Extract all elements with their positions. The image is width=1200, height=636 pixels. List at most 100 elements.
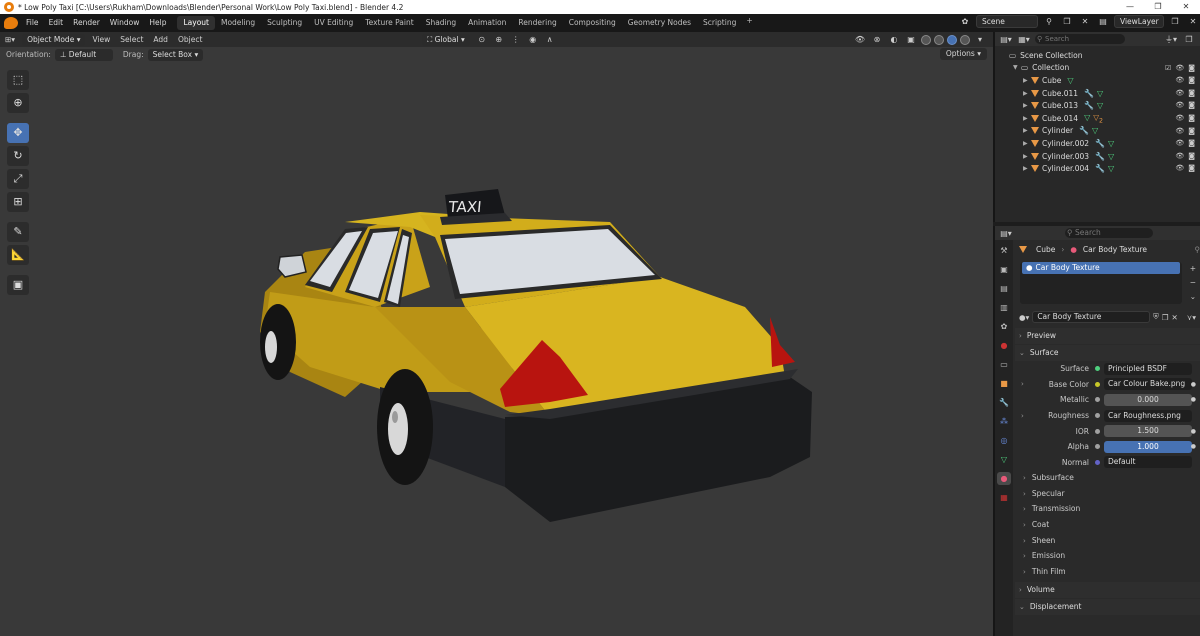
camera-icon[interactable]: ◙ <box>1188 114 1195 122</box>
orientation-dropdown[interactable]: ⊥ Default <box>54 48 113 61</box>
tab-layout[interactable]: Layout <box>177 16 215 30</box>
menu-view[interactable]: View <box>87 35 115 44</box>
socket-dot-icon[interactable] <box>1095 366 1100 372</box>
expand-triangle-icon[interactable]: ▶ <box>1023 102 1031 109</box>
collection-tab-icon[interactable]: ▭ <box>997 358 1011 371</box>
outliner-object-row[interactable]: ▶ Cylinder 🔧 ▽ 👁 ◙ <box>995 125 1200 138</box>
cursor-tool-icon[interactable]: ⊕ <box>7 93 29 113</box>
3d-viewport[interactable]: ⊞▾ Object Mode ▾ View Select Add Object … <box>0 32 993 636</box>
overlay-icon[interactable]: ◐ <box>887 33 901 46</box>
measure-tool-icon[interactable]: 📐 <box>7 245 29 265</box>
bsdf-subsection[interactable]: › Thin Film <box>1015 564 1200 580</box>
property-value-field[interactable]: Default <box>1104 456 1192 469</box>
tool-tab-icon[interactable]: ⚒ <box>997 244 1011 257</box>
volume-section[interactable]: › Volume <box>1015 582 1200 599</box>
shading-options-icon[interactable]: ▾ <box>973 33 987 46</box>
add-slot-button[interactable]: + <box>1190 264 1196 273</box>
mesh-data-icon[interactable]: ▽ <box>1097 89 1103 98</box>
tab-compositing[interactable]: Compositing <box>563 16 622 30</box>
bsdf-subsection[interactable]: › Emission <box>1015 548 1200 564</box>
property-value-field[interactable]: 1.500 <box>1104 425 1192 438</box>
keyframe-dot-icon[interactable]: ● <box>1191 396 1196 403</box>
camera-icon[interactable]: ◙ <box>1188 101 1195 109</box>
world-tab-icon[interactable]: ● <box>997 339 1011 352</box>
particles-tab-icon[interactable]: ⁂ <box>997 415 1011 428</box>
new-collection-icon[interactable]: ❐ <box>1182 33 1196 46</box>
transform-tool-icon[interactable]: ⊞ <box>7 192 29 212</box>
outliner-object-row[interactable]: ▶ Cylinder.004 🔧 ▽ 👁 ◙ <box>995 162 1200 175</box>
snap-icon[interactable]: ⊕ <box>492 33 506 46</box>
transform-orientation-dropdown[interactable]: ⛶ Global ▾ <box>422 33 470 46</box>
outliner-search-input[interactable]: ⚲ Search <box>1035 34 1125 44</box>
menu-edit[interactable]: Edit <box>44 14 69 32</box>
eye-icon[interactable]: 👁 <box>1175 164 1184 172</box>
property-value-field[interactable]: Car Colour Bake.png <box>1104 378 1192 391</box>
falloff-icon[interactable]: ∧ <box>543 33 557 46</box>
drag-dropdown[interactable]: Select Box ▾ <box>147 48 204 61</box>
tab-geometry-nodes[interactable]: Geometry Nodes <box>622 16 697 30</box>
snap-target-icon[interactable]: ⋮ <box>509 33 523 46</box>
tab-sculpting[interactable]: Sculpting <box>261 16 308 30</box>
preview-section[interactable]: › Preview <box>1015 328 1200 344</box>
menu-help[interactable]: Help <box>144 14 171 32</box>
socket-dot-icon[interactable] <box>1095 444 1100 450</box>
duplicate-material-icon[interactable]: ❐ <box>1162 313 1169 322</box>
delete-scene-icon[interactable]: ✕ <box>1078 15 1092 28</box>
texture-tab-icon[interactable]: ▦ <box>997 491 1011 504</box>
checkbox-icon[interactable]: ☑ <box>1165 64 1171 72</box>
menu-select[interactable]: Select <box>115 35 148 44</box>
visibility-icon[interactable]: 👁 <box>853 33 867 46</box>
eye-icon[interactable]: 👁 <box>1175 139 1184 147</box>
menu-file[interactable]: File <box>21 14 44 32</box>
wireframe-shading-icon[interactable] <box>921 34 931 45</box>
scene-collection-row[interactable]: ▭ Scene Collection <box>995 49 1200 62</box>
menu-add[interactable]: Add <box>148 35 173 44</box>
socket-dot-icon[interactable] <box>1095 413 1100 419</box>
outliner-object-row[interactable]: ▶ Cube.011 🔧 ▽ 👁 ◙ <box>995 87 1200 100</box>
menu-render[interactable]: Render <box>68 14 105 32</box>
new-viewlayer-icon[interactable]: ❐ <box>1168 15 1182 28</box>
modifier-icon[interactable]: 🔧 <box>1095 152 1105 161</box>
expand-triangle-icon[interactable]: ▶ <box>1023 153 1031 160</box>
property-value-field[interactable]: 1.000 <box>1104 440 1192 453</box>
modifier-icon[interactable]: 🔧 <box>1095 164 1105 173</box>
outliner-object-row[interactable]: ▶ Cylinder.002 🔧 ▽ 👁 ◙ <box>995 137 1200 150</box>
bsdf-subsection[interactable]: › Specular <box>1015 486 1200 502</box>
eye-icon[interactable]: 👁 <box>1175 101 1184 109</box>
annotate-tool-icon[interactable]: ✎ <box>7 222 29 242</box>
property-value-field[interactable]: 0.000 <box>1104 393 1192 406</box>
socket-dot-icon[interactable] <box>1095 397 1100 403</box>
material-slot[interactable]: ● Car Body Texture <box>1022 262 1180 274</box>
expand-triangle-icon[interactable]: ▶ <box>1023 77 1031 84</box>
socket-dot-icon[interactable] <box>1095 428 1100 434</box>
view-layer-tab-icon[interactable]: ▥ <box>997 301 1011 314</box>
viewlayer-icon[interactable]: ▤ <box>1096 15 1110 28</box>
fake-user-shield-icon[interactable]: ⛨ <box>1153 312 1159 322</box>
scene-tab-icon[interactable]: ✿ <box>997 320 1011 333</box>
socket-dot-icon[interactable] <box>1095 381 1100 387</box>
add-cube-tool-icon[interactable]: ▣ <box>7 275 29 295</box>
outliner-object-row[interactable]: ▶ Cube.013 🔧 ▽ 👁 ◙ <box>995 99 1200 112</box>
eye-icon[interactable]: 👁 <box>1175 76 1184 84</box>
bsdf-subsection[interactable]: › Sheen <box>1015 533 1200 549</box>
tab-modeling[interactable]: Modeling <box>215 16 261 30</box>
solid-shading-icon[interactable] <box>934 34 944 45</box>
mesh-data-icon[interactable]: ▽ <box>1092 126 1098 135</box>
options-dropdown[interactable]: Options ▾ <box>939 48 987 60</box>
outliner-object-row[interactable]: ▶ Cube.014 ▽ ▽2 👁 ◙ <box>995 112 1200 125</box>
outliner-editor-icon[interactable]: ▤▾ <box>999 33 1013 46</box>
material-count-icon[interactable]: ▽2 <box>1093 113 1103 125</box>
move-tool-icon[interactable]: ✥ <box>7 123 29 143</box>
display-mode-icon[interactable]: ▦▾ <box>1017 33 1031 46</box>
modifier-tab-icon[interactable]: 🔧 <box>997 396 1011 409</box>
mesh-data-icon[interactable]: ▽ <box>1108 164 1114 173</box>
mesh-data-icon[interactable]: ▽ <box>1067 76 1073 85</box>
camera-icon[interactable]: ◙ <box>1188 164 1195 172</box>
keyframe-dot-icon[interactable]: ● <box>1191 443 1196 450</box>
node-tree-icon[interactable]: ⋎▾ <box>1187 313 1196 322</box>
editor-type-icon[interactable]: ⊞▾ <box>0 35 20 44</box>
tab-uv-editing[interactable]: UV Editing <box>308 16 359 30</box>
surface-section[interactable]: ⌄ Surface <box>1015 345 1200 361</box>
outliner-object-row[interactable]: ▶ Cube ▽ 👁 ◙ <box>995 74 1200 87</box>
proportional-edit-icon[interactable]: ◉ <box>526 33 540 46</box>
